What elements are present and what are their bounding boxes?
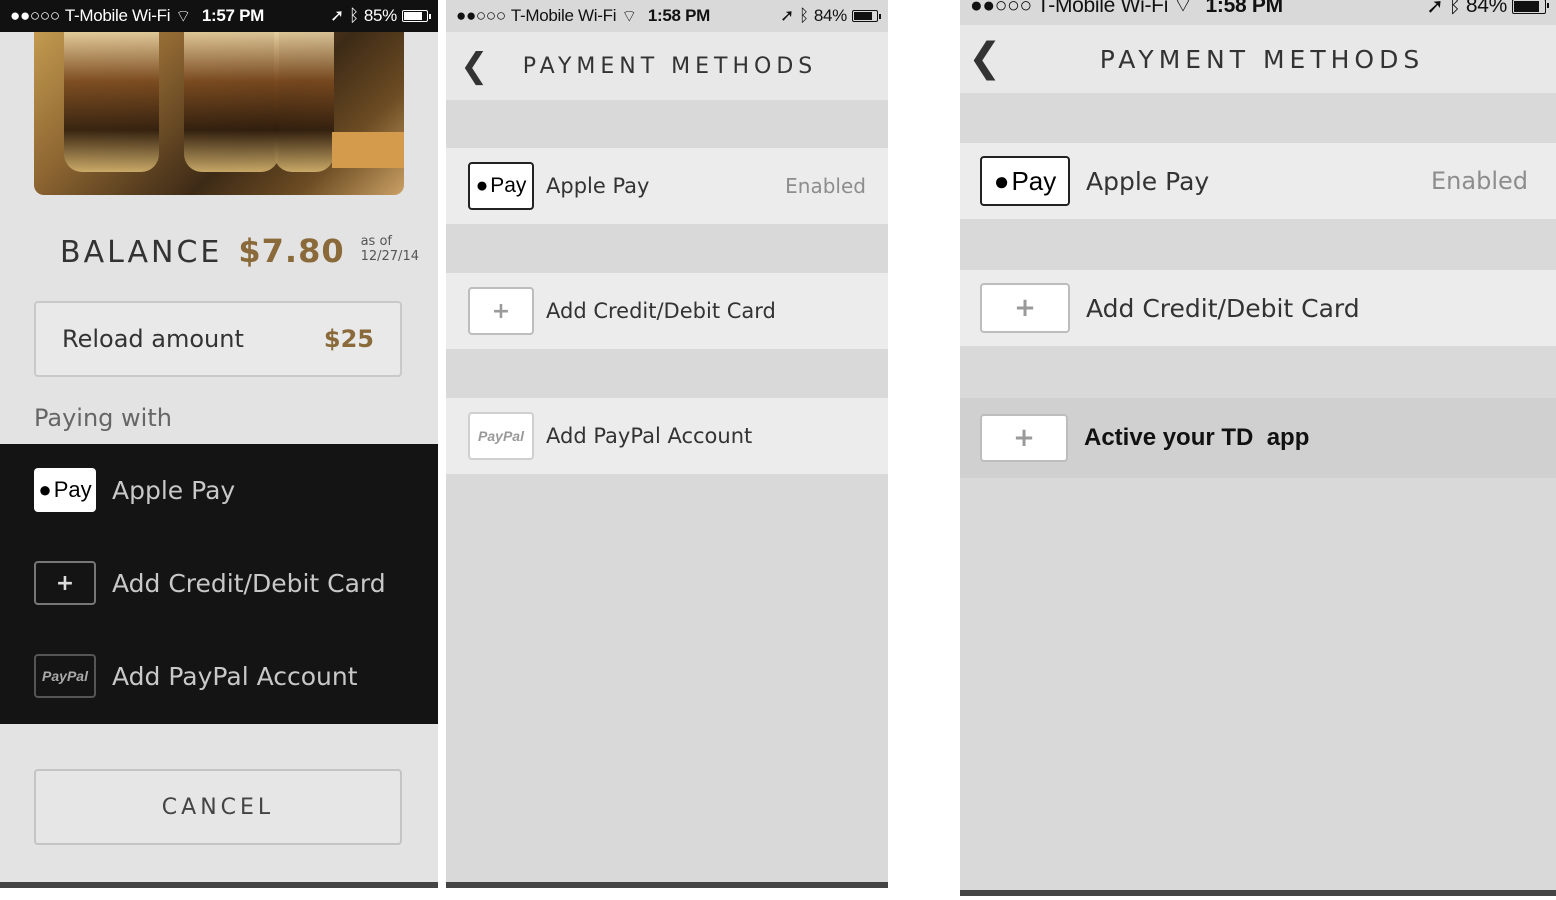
balance: BALANCE $7.80 as of 12/27/14 (60, 232, 419, 270)
page-title: PAYMENT METHODS (522, 53, 818, 79)
reload-label: Reload amount (62, 325, 244, 353)
plus-icon: + (980, 283, 1070, 333)
option-label: Apple Pay (112, 475, 236, 505)
battery-percent: 84% (813, 6, 847, 25)
option-label: Add Credit/Debit Card (112, 568, 386, 598)
status-time: 1:58 PM (647, 6, 711, 25)
plus-icon: + (980, 414, 1068, 462)
method-apple-pay[interactable]: ● Pay Apple Pay Enabled (446, 148, 888, 224)
method-apple-pay[interactable]: ● Pay Apple Pay Enabled (960, 143, 1556, 219)
wifi-icon: ⌔ (621, 6, 637, 26)
chevron-left-icon[interactable]: ❮ (460, 46, 489, 86)
espresso-glass-image (64, 32, 159, 172)
paying-with-label: Paying with (34, 404, 172, 432)
balance-label: BALANCE (60, 235, 223, 270)
option-apple-pay[interactable]: ● Pay Apple Pay (34, 468, 235, 512)
method-label: Add Credit/Debit Card (546, 299, 776, 323)
location-arrow-icon: ➚ (1426, 0, 1444, 18)
apple-pay-icon: ● Pay (980, 156, 1070, 206)
carrier-label: T-Mobile Wi-Fi (64, 6, 171, 25)
apple-pay-badge-text: Pay (53, 477, 92, 502)
signal-dots-icon: ●●○○○ (10, 6, 60, 25)
status-time: 1:58 PM (1205, 0, 1284, 17)
page-title: PAYMENT METHODS (1099, 44, 1425, 74)
plus-icon: + (34, 561, 96, 605)
location-arrow-icon: ➚ (330, 6, 344, 25)
location-arrow-icon: ➚ (780, 6, 794, 25)
method-label: Add Credit/Debit Card (1086, 293, 1360, 323)
as-of-date: 12/27/14 (360, 249, 419, 264)
method-label: Apple Pay (1086, 166, 1210, 196)
status-bar: ●●○○○ T-Mobile Wi-Fi ⌔ 1:58 PM ➚ ᛒ 84% (960, 0, 1556, 22)
paypal-icon: PayPal (468, 412, 534, 460)
payment-methods-screen-zoomed: ●●○○○ T-Mobile Wi-Fi ⌔ 1:58 PM ➚ ᛒ 84% ❮… (960, 0, 1556, 896)
nav-bar: ❮ PAYMENT METHODS (960, 25, 1556, 93)
status-text: Enabled (785, 174, 866, 198)
carrier-label: T-Mobile Wi-Fi (510, 6, 617, 25)
paypal-icon: PayPal (34, 654, 96, 698)
signal-dots-icon: ●●○○○ (456, 6, 506, 25)
reload-screen: ●●○○○ T-Mobile Wi-Fi ⌔ 1:57 PM ➚ ᛒ 85% B… (0, 0, 438, 888)
method-add-card[interactable]: + Add Credit/Debit Card (446, 273, 888, 349)
bluetooth-icon: ᛒ (1448, 0, 1462, 17)
method-add-card[interactable]: + Add Credit/Debit Card (960, 270, 1556, 346)
option-add-paypal[interactable]: PayPal Add PayPal Account (34, 654, 358, 698)
status-bar: ●●○○○ T-Mobile Wi-Fi ⌔ 1:58 PM ➚ ᛒ 84% (446, 0, 888, 32)
apple-pay-icon: ● Pay (34, 468, 96, 512)
battery-fill (404, 12, 423, 20)
card-image (34, 32, 404, 195)
reload-amount-value: $25 (323, 325, 374, 353)
method-label: Apple Pay (546, 174, 650, 198)
battery-percent: 84% (1465, 0, 1507, 17)
battery-icon (852, 10, 881, 22)
method-label: Add PayPal Account (546, 424, 753, 448)
cancel-button[interactable]: CANCEL (34, 769, 402, 845)
carrier-label: T-Mobile Wi-Fi (1036, 0, 1169, 17)
plus-icon: + (468, 287, 534, 335)
option-label: Add PayPal Account (112, 661, 358, 691)
espresso-glass-image (274, 32, 334, 172)
payment-methods-screen: ●●○○○ T-Mobile Wi-Fi ⌔ 1:58 PM ➚ ᛒ 84% ❮… (446, 0, 888, 888)
balance-as-of: as of 12/27/14 (361, 234, 419, 264)
method-activate-td-app[interactable]: + Active your TD app (960, 398, 1556, 478)
espresso-glass-image (184, 32, 279, 172)
status-text: Enabled (1431, 167, 1528, 195)
bottom-edge (446, 882, 888, 888)
method-label: Active your TD app (1084, 424, 1310, 451)
card-stripe (332, 132, 404, 168)
battery-fill (1514, 0, 1539, 12)
reload-amount-field[interactable]: Reload amount $25 (34, 301, 402, 377)
battery-percent: 85% (363, 6, 397, 25)
signal-dots-icon: ●●○○○ (970, 0, 1032, 17)
battery-fill (854, 12, 873, 20)
bottom-edge (0, 882, 438, 888)
chevron-left-icon[interactable]: ❮ (968, 35, 1002, 81)
as-of-label: as of (360, 234, 392, 249)
method-add-paypal[interactable]: PayPal Add PayPal Account (446, 398, 888, 474)
status-time: 1:57 PM (201, 6, 265, 25)
apple-pay-icon: ● Pay (468, 162, 534, 210)
apple-pay-badge-text: Pay (1011, 165, 1057, 196)
bluetooth-icon: ᛒ (798, 6, 809, 25)
payment-options-list: ● Pay Apple Pay + Add Credit/Debit Card P… (0, 444, 438, 724)
apple-pay-badge-text: Pay (490, 174, 527, 197)
bluetooth-icon: ᛒ (348, 6, 359, 25)
wifi-icon: ⌔ (175, 6, 191, 26)
wifi-icon: ⌔ (1173, 0, 1193, 17)
battery-icon (1512, 0, 1549, 14)
nav-bar: ❮ PAYMENT METHODS (446, 32, 888, 100)
battery-icon (402, 10, 431, 22)
option-add-card[interactable]: + Add Credit/Debit Card (34, 561, 386, 605)
balance-amount: $7.80 (238, 232, 345, 270)
status-bar: ●●○○○ T-Mobile Wi-Fi ⌔ 1:57 PM ➚ ᛒ 85% (0, 0, 438, 32)
bottom-edge (960, 890, 1556, 896)
